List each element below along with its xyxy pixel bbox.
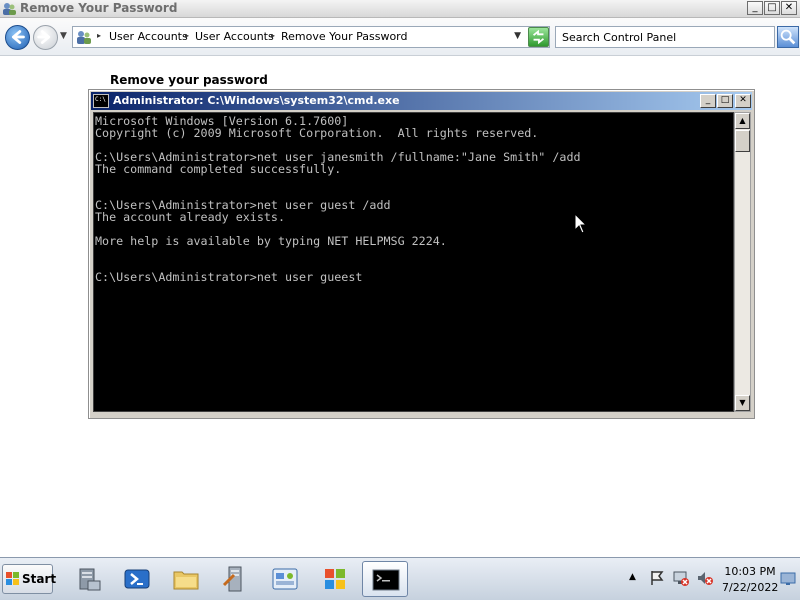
control-panel-icon xyxy=(272,568,298,590)
taskbar-powershell[interactable] xyxy=(114,561,160,597)
folder-icon xyxy=(173,571,199,590)
clock-time[interactable]: 10:03 PM xyxy=(722,565,778,578)
control-panel-icon xyxy=(77,31,91,44)
back-button[interactable] xyxy=(5,25,30,50)
cmd-minimize-button[interactable]: _ xyxy=(700,94,716,108)
breadcrumb-separator-icon[interactable]: ▸ xyxy=(271,31,275,40)
taskbar-command-prompt[interactable] xyxy=(362,561,408,597)
scroll-up-button[interactable]: ▲ xyxy=(735,113,750,129)
page-title: Remove your password xyxy=(110,73,268,87)
breadcrumb-separator-icon[interactable]: ▸ xyxy=(97,31,101,40)
start-label: Start xyxy=(22,572,57,586)
address-box[interactable]: ▸ User Accounts ▸ User Accounts ▸ Remove… xyxy=(72,26,550,48)
navigation-bar: ▼ ▸ User Accounts ▸ User Accounts ▸ Remo… xyxy=(0,18,800,56)
address-dropdown-icon[interactable]: ▼ xyxy=(514,31,521,41)
forward-arrow-icon xyxy=(37,30,51,44)
console-line: More help is available by typing NET HEL… xyxy=(95,234,447,248)
vertical-scrollbar[interactable]: ▲ ▼ xyxy=(734,112,751,412)
windows-flag-icon xyxy=(325,569,345,589)
breadcrumb-remove-password[interactable]: Remove Your Password xyxy=(281,30,408,43)
windows-logo-icon xyxy=(6,572,19,585)
scroll-thumb[interactable] xyxy=(735,130,750,152)
breadcrumb-user-accounts[interactable]: User Accounts xyxy=(109,30,188,43)
console-current-input[interactable]: C:\Users\Administrator>net user gueest xyxy=(95,271,362,283)
mouse-pointer-icon xyxy=(574,213,588,234)
search-field[interactable] xyxy=(555,26,775,48)
command-prompt-icon xyxy=(372,569,400,591)
start-button[interactable]: Start xyxy=(2,564,57,594)
window-titlebar: Remove Your Password _ □ ✕ xyxy=(0,0,800,18)
admin-tools-icon xyxy=(222,566,242,592)
cmd-window-title: Administrator: C:\Windows\system32\cmd.e… xyxy=(113,94,400,107)
cmd-window[interactable]: C:\ Administrator: C:\Windows\system32\c… xyxy=(88,89,755,419)
volume-muted-icon[interactable] xyxy=(696,569,714,587)
taskbar-file-explorer[interactable] xyxy=(163,561,209,597)
taskbar: Start ▲ 10:03 PM 7/22/2022 xyxy=(0,557,800,600)
close-button[interactable]: ✕ xyxy=(781,1,797,15)
maximize-button[interactable]: □ xyxy=(764,1,780,15)
search-button[interactable] xyxy=(777,26,799,48)
taskbar-windows-media[interactable] xyxy=(312,561,358,597)
scroll-down-button[interactable]: ▼ xyxy=(735,395,750,411)
network-disconnected-icon[interactable] xyxy=(672,569,690,587)
forward-button[interactable] xyxy=(33,25,58,50)
taskbar-administrative-tools[interactable] xyxy=(212,561,258,597)
clock-date[interactable]: 7/22/2022 xyxy=(722,581,778,594)
search-icon xyxy=(780,29,796,45)
refresh-button[interactable] xyxy=(528,27,549,47)
show-desktop-icon[interactable] xyxy=(780,570,796,586)
cmd-maximize-button[interactable]: □ xyxy=(717,94,733,108)
users-icon xyxy=(3,3,16,15)
taskbar-server-manager[interactable] xyxy=(66,561,112,597)
console-output[interactable]: Microsoft Windows [Version 6.1.7600] Cop… xyxy=(93,112,734,412)
console-line: The account already exists. xyxy=(95,210,285,224)
window-title: Remove Your Password xyxy=(20,1,178,15)
refresh-icon xyxy=(532,29,545,45)
breadcrumb-user-accounts-2[interactable]: User Accounts xyxy=(195,30,274,43)
server-manager-icon xyxy=(79,568,101,591)
cmd-titlebar[interactable]: C:\ Administrator: C:\Windows\system32\c… xyxy=(91,92,752,110)
cmd-close-button[interactable]: ✕ xyxy=(735,94,751,108)
cmd-window-icon: C:\ xyxy=(93,94,109,108)
show-hidden-icons-button[interactable]: ▲ xyxy=(629,572,636,582)
action-center-flag-icon[interactable] xyxy=(648,569,666,587)
console-line: Copyright (c) 2009 Microsoft Corporation… xyxy=(95,126,539,140)
powershell-icon xyxy=(124,569,150,589)
search-input[interactable] xyxy=(556,27,774,47)
cmd-icon-text: C:\ xyxy=(95,96,106,103)
minimize-button[interactable]: _ xyxy=(747,1,763,15)
taskbar-control-panel[interactable] xyxy=(262,561,308,597)
back-arrow-icon xyxy=(11,30,25,44)
console-line: The command completed successfully. xyxy=(95,162,342,176)
recent-pages-dropdown-icon[interactable]: ▼ xyxy=(60,31,67,41)
breadcrumb-separator-icon[interactable]: ▸ xyxy=(185,31,189,40)
